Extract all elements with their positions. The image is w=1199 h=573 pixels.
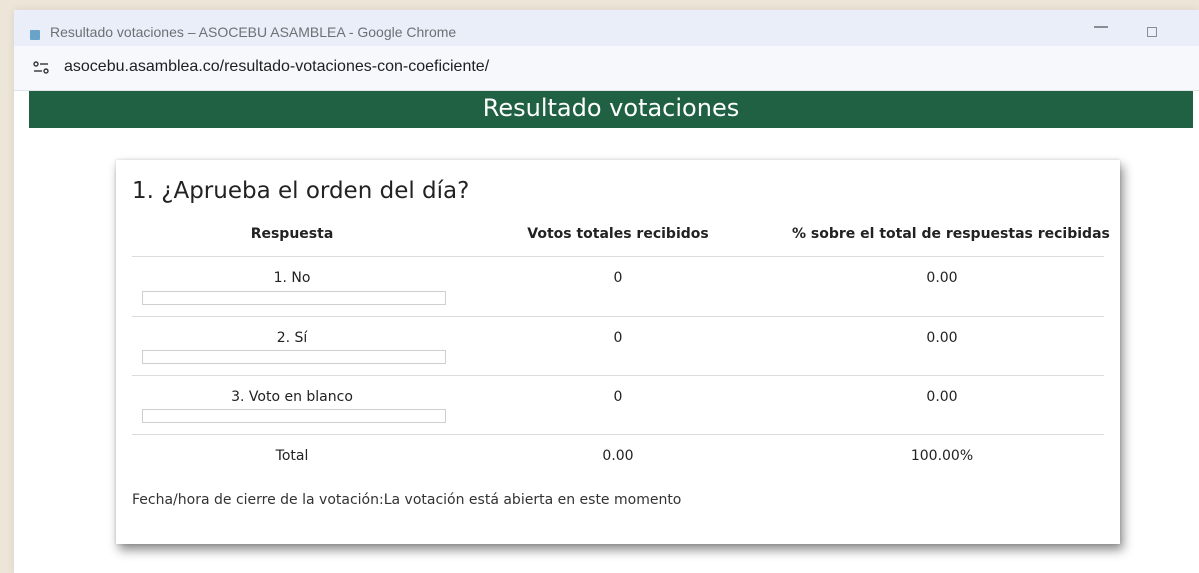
result-bar <box>142 409 446 423</box>
answer-label: 2. Sí <box>276 330 308 346</box>
minimize-icon[interactable] <box>1094 26 1108 28</box>
answer-percent: 0.00 <box>926 389 958 405</box>
answer-percent: 0.00 <box>926 270 958 286</box>
address-bar: asocebu.asamblea.co/resultado-votaciones… <box>14 46 1199 91</box>
divider <box>132 316 1104 317</box>
result-bar <box>142 291 446 305</box>
answer-votes: 0 <box>613 330 623 346</box>
divider <box>132 434 1104 435</box>
answer-label: 1. No <box>273 270 311 286</box>
total-label: Total <box>275 448 309 464</box>
total-votes: 0.00 <box>602 448 634 464</box>
url-field[interactable]: asocebu.asamblea.co/resultado-votaciones… <box>64 58 489 76</box>
poll-question: 1. ¿Aprueba el orden del día? <box>132 178 470 204</box>
answer-votes: 0 <box>613 389 623 405</box>
total-percent: 100.00% <box>910 448 974 464</box>
header-votes: Votos totales recibidos <box>527 226 709 242</box>
answer-votes: 0 <box>613 270 623 286</box>
page-header: Resultado votaciones <box>29 91 1193 128</box>
closing-label: Fecha/hora de cierre de la votación: <box>132 492 384 508</box>
browser-titlebar: Resultado votaciones – ASOCEBU ASAMBLEA … <box>14 10 1199 46</box>
site-settings-icon[interactable] <box>32 59 50 77</box>
page-title: Resultado votaciones <box>482 94 740 122</box>
divider <box>132 375 1104 376</box>
results-card: 1. ¿Aprueba el orden del día? Respuesta … <box>116 160 1120 544</box>
closing-value: La votación está abierta en este momento <box>383 492 682 508</box>
closing-info: Fecha/hora de cierre de la votación:La v… <box>132 492 681 508</box>
maximize-icon[interactable] <box>1147 27 1157 37</box>
window-title: Resultado votaciones – ASOCEBU ASAMBLEA … <box>50 24 457 40</box>
answer-label: 3. Voto en blanco <box>231 389 353 405</box>
result-bar <box>142 350 446 364</box>
divider <box>132 256 1104 257</box>
header-percent: % sobre el total de respuestas recibidas <box>792 226 1110 242</box>
header-answer: Respuesta <box>250 226 334 242</box>
chrome-tab-favicon-icon <box>30 30 40 40</box>
answer-percent: 0.00 <box>926 330 958 346</box>
